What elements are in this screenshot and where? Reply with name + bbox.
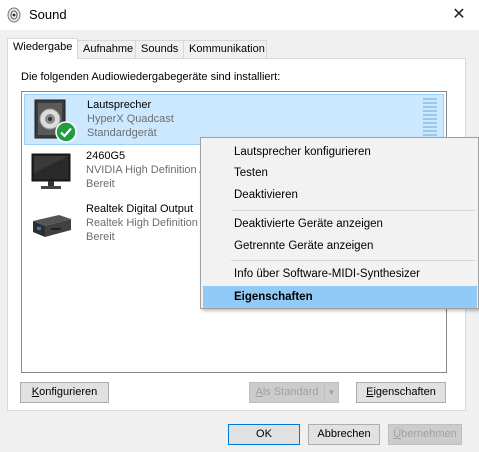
button-label: igenschaften bbox=[373, 386, 436, 398]
menu-separator bbox=[231, 210, 475, 211]
close-button[interactable]: ✕ bbox=[447, 5, 471, 25]
tab-sounds[interactable]: Sounds bbox=[135, 40, 184, 58]
button-label: ls Standard bbox=[262, 386, 319, 398]
menu-item-show-disabled-devices[interactable]: Deaktivierte Geräte anzeigen bbox=[203, 213, 477, 235]
menu-item-midi-synth-info[interactable]: Info über Software-MIDI-Synthesizer bbox=[203, 263, 477, 285]
menu-label: Getrennte Geräte anzeigen bbox=[234, 240, 374, 252]
apply-button[interactable]: Übernehmen bbox=[388, 424, 462, 445]
cancel-button[interactable]: Abbrechen bbox=[308, 424, 380, 445]
menu-item-disable[interactable]: Deaktivieren bbox=[203, 184, 477, 206]
menu-label: Lautsprecher konfigurieren bbox=[234, 146, 371, 158]
volume-level-meter bbox=[423, 98, 437, 142]
button-label: OK bbox=[256, 428, 272, 440]
button-label: bernehmen bbox=[401, 428, 457, 440]
ok-button[interactable]: OK bbox=[228, 424, 300, 445]
device-name: 2460G5 bbox=[86, 150, 126, 162]
menu-label: Deaktivierte Geräte anzeigen bbox=[234, 218, 383, 230]
device-status: Standardgerät bbox=[87, 127, 157, 139]
menu-item-properties[interactable]: Eigenschaften bbox=[203, 286, 477, 308]
dropdown-arrow-icon[interactable]: ▼ bbox=[324, 383, 338, 402]
check-badge-icon bbox=[55, 121, 77, 143]
window-title: Sound bbox=[29, 7, 67, 22]
menu-label: Deaktivieren bbox=[234, 189, 298, 201]
tab-label: Kommunikation bbox=[189, 43, 265, 55]
button-label: onfigurieren bbox=[39, 386, 98, 398]
tab-kommunikation[interactable]: Kommunikation bbox=[183, 40, 267, 58]
menu-label: Info über Software-MIDI-Synthesizer bbox=[234, 268, 420, 280]
mnemonic: Ü bbox=[393, 428, 402, 440]
menu-separator bbox=[231, 260, 475, 261]
monitor-icon bbox=[31, 153, 71, 189]
properties-button[interactable]: Eigenschaften bbox=[356, 382, 446, 403]
button-label: Abbrechen bbox=[317, 428, 371, 440]
tab-aufnahme[interactable]: Aufnahme bbox=[77, 40, 136, 58]
menu-item-configure-speakers[interactable]: Lautsprecher konfigurieren bbox=[203, 141, 477, 163]
close-icon: ✕ bbox=[452, 6, 466, 23]
configure-button[interactable]: Konfigurieren bbox=[20, 382, 109, 403]
device-name: Lautsprecher bbox=[87, 99, 152, 111]
device-name: Realtek Digital Output bbox=[86, 203, 193, 215]
device-driver: HyperX Quadcast bbox=[87, 113, 174, 125]
title-bar: Sound ✕ bbox=[0, 0, 479, 30]
tab-wiedergabe[interactable]: Wiedergabe bbox=[7, 38, 78, 59]
device-status: Bereit bbox=[86, 178, 115, 190]
set-default-button[interactable]: Als Standard ▼ bbox=[249, 382, 339, 403]
menu-item-show-disconnected-devices[interactable]: Getrennte Geräte anzeigen bbox=[203, 235, 477, 257]
device-status: Bereit bbox=[86, 231, 115, 243]
sound-app-icon bbox=[7, 7, 21, 23]
tab-label: Sounds bbox=[141, 43, 179, 55]
menu-item-test[interactable]: Testen bbox=[203, 162, 477, 184]
tab-label: Aufnahme bbox=[83, 43, 134, 55]
context-menu: Lautsprecher konfigurieren Testen Deakti… bbox=[200, 137, 479, 309]
devices-heading: Die folgenden Audiowiedergabegeräte sind… bbox=[21, 71, 281, 83]
digital-output-icon bbox=[33, 215, 71, 237]
mnemonic: A bbox=[255, 386, 263, 398]
menu-label: Eigenschaften bbox=[234, 291, 313, 303]
menu-label: Testen bbox=[234, 167, 268, 179]
tab-label: Wiedergabe bbox=[13, 41, 73, 53]
